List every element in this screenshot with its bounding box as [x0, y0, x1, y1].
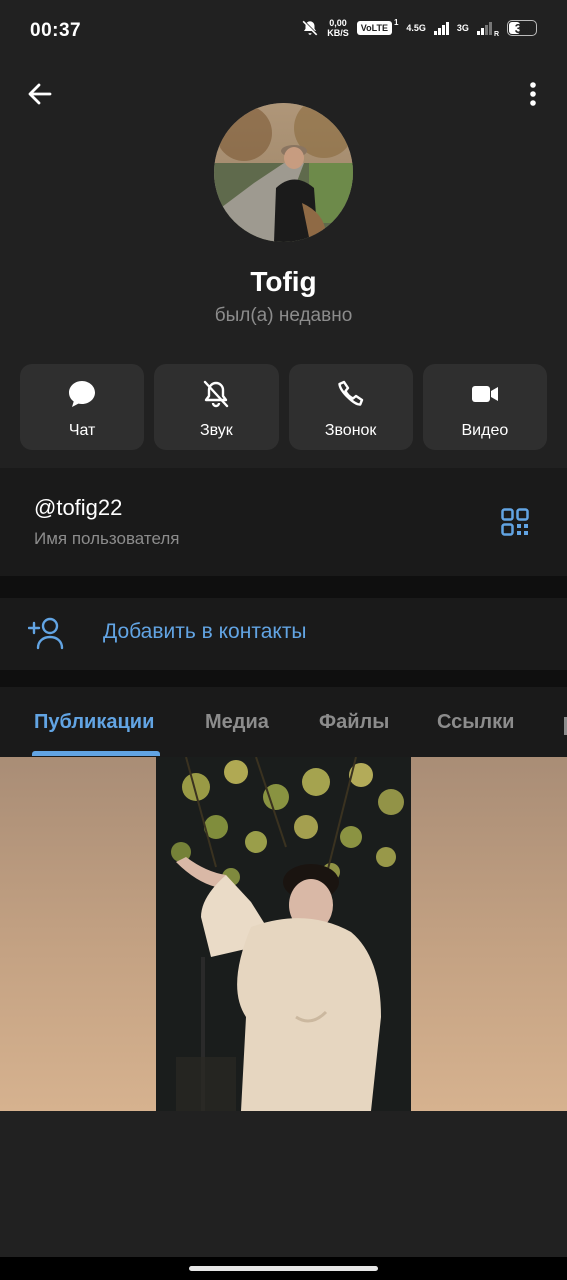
volte-badge: VoLTE [356, 21, 392, 35]
username-value[interactable]: @tofig22 [34, 495, 122, 521]
status-icons: 0,00 KB/S VoLTE 1 4.5G 3G R 39 [301, 18, 537, 38]
video-button[interactable]: Видео [422, 364, 547, 450]
sim1-label: 1 [393, 18, 399, 27]
empty-content-area [0, 1111, 567, 1257]
chat-button[interactable]: Чат [20, 364, 145, 450]
sound-button[interactable]: Звук [154, 364, 279, 450]
avatar-photo [214, 103, 353, 242]
signal1-icon [433, 21, 449, 35]
publication-photo[interactable] [156, 757, 411, 1111]
roaming-label: R [493, 31, 499, 38]
home-indicator[interactable] [189, 1266, 378, 1271]
tab-publications[interactable]: Публикации [34, 711, 154, 734]
call-button[interactable]: Звонок [288, 364, 413, 450]
net-speed-unit: KB/S [327, 28, 349, 38]
signal2-icon [476, 21, 492, 35]
section-divider [0, 576, 567, 598]
system-nav-bar [0, 1257, 567, 1280]
net-speed-value: 0,00 [329, 18, 347, 28]
more-vertical-icon[interactable] [521, 78, 545, 110]
add-contact-button[interactable]: Добавить в контакты [0, 598, 567, 670]
battery-icon: 39 [507, 20, 537, 36]
network1-label: 4.5G [406, 22, 426, 33]
profile-name: Tofig [250, 266, 317, 297]
add-person-icon [28, 617, 64, 650]
chat-button-label: Чат [68, 422, 96, 439]
username-label: Имя пользователя [34, 529, 180, 548]
bell-off-icon [204, 380, 229, 408]
publication-photo-image [156, 757, 411, 1111]
video-button-label: Видео [461, 422, 509, 439]
video-camera-icon [471, 386, 498, 402]
bell-muted-icon [302, 20, 319, 36]
sound-button-label: Звук [199, 422, 233, 439]
status-time: 00:37 [30, 20, 82, 41]
username-section[interactable]: @tofig22 Имя пользователя [0, 468, 567, 576]
active-tab-indicator [32, 751, 160, 756]
tab-files[interactable]: Файлы [319, 711, 389, 734]
call-button-label: Звонок [324, 422, 377, 439]
tab-media[interactable]: Медиа [205, 711, 269, 734]
tab-links[interactable]: Ссылки [437, 711, 514, 734]
status-bar: 00:37 0,00 KB/S VoLTE 1 4.5G 3G R 39 [0, 0, 567, 62]
chat-bubble-icon [69, 381, 96, 407]
network2-label: 3G [456, 22, 469, 33]
last-seen-status: был(а) недавно [214, 305, 353, 326]
battery-level: 39 [514, 20, 530, 36]
network1: 4.5G [406, 22, 426, 33]
add-contact-label: Добавить в контакты [103, 620, 307, 643]
publication-media[interactable] [0, 757, 567, 1111]
network2: 3G [456, 22, 469, 33]
net-speed: 0,00 KB/S [327, 18, 349, 38]
media-tabs: Публикации Медиа Файлы Ссылки [0, 687, 567, 757]
section-divider [0, 670, 567, 687]
qr-code-icon[interactable] [501, 508, 529, 536]
avatar[interactable] [214, 103, 353, 242]
action-buttons: Чат Звук Звонок Видео [20, 364, 547, 450]
phone-icon [337, 380, 363, 406]
back-arrow-icon[interactable] [24, 78, 56, 110]
